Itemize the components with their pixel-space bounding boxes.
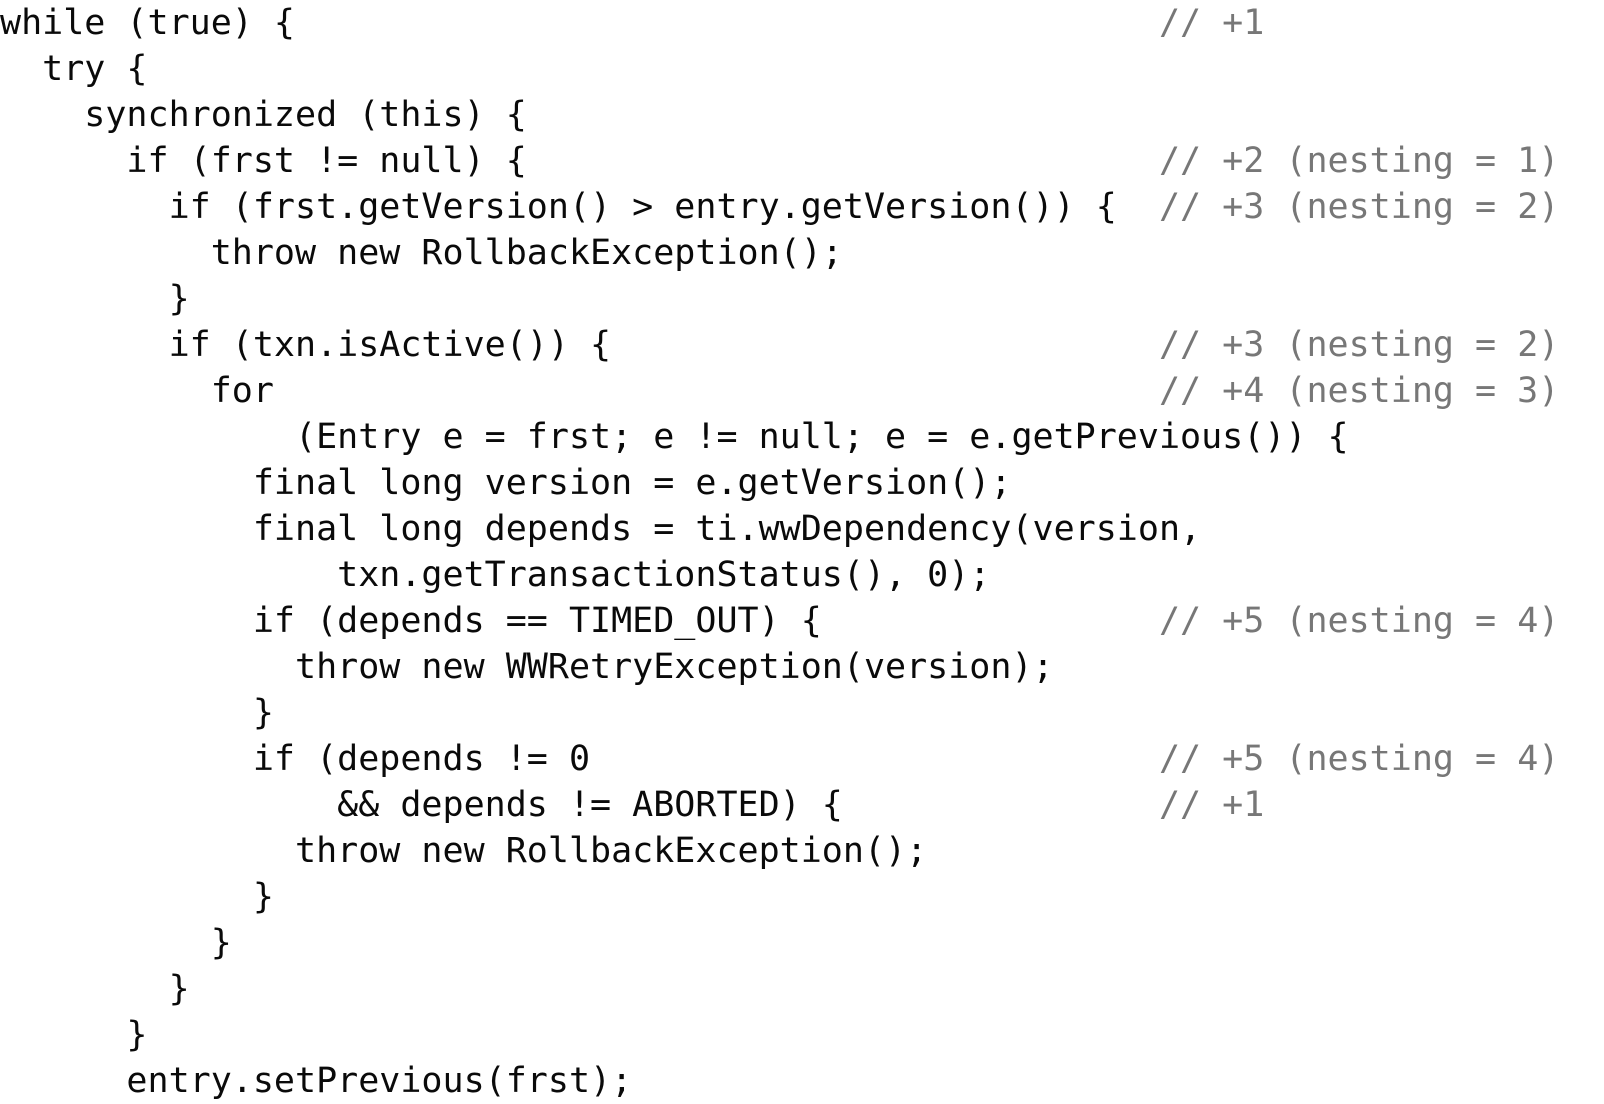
code-text: if (frst.getVersion() > entry.getVersion… [0,187,1117,227]
code-line: while (true) { // +1 [0,0,1604,46]
code-line: } [0,874,1604,920]
comment-gutter-spacer [295,3,1159,43]
comment-gutter-spacer [274,371,1159,411]
code-line: } [0,276,1604,322]
code-line: } [0,966,1604,1012]
code-text: } [0,877,274,917]
comment-gutter-spacer [527,141,1159,181]
code-text: while (true) { [0,3,296,43]
code-text: throw new RollbackException(); [0,233,843,273]
code-line: entry.setPrevious(frst); [0,1058,1604,1104]
complexity-comment: // +5 (nesting = 4) [1158,739,1560,779]
code-text: try { [0,49,148,89]
code-line: } [0,690,1604,736]
complexity-comment: // +3 (nesting = 2) [1158,325,1560,365]
comment-gutter-spacer [611,325,1159,365]
code-text: } [0,1015,148,1055]
code-line: try { [0,46,1604,92]
code-text: } [0,969,190,1009]
code-text: && depends != ABORTED) { [0,785,843,825]
code-line: if (frst.getVersion() > entry.getVersion… [0,184,1604,230]
code-line: (Entry e = frst; e != null; e = e.getPre… [0,414,1604,460]
code-line: if (depends != 0 // +5 (nesting = 4) [0,736,1604,782]
complexity-comment: // +1 [1158,785,1265,825]
code-text: for [0,371,274,411]
code-text: if (txn.isActive()) { [0,325,612,365]
complexity-comment: // +2 (nesting = 1) [1158,141,1560,181]
code-text: txn.getTransactionStatus(), 0); [0,555,991,595]
code-text: throw new WWRetryException(version); [0,647,1054,687]
comment-gutter-spacer [822,601,1159,641]
complexity-comment: // +1 [1158,3,1265,43]
complexity-comment: // +3 (nesting = 2) [1158,187,1560,227]
code-line: throw new RollbackException(); [0,828,1604,874]
comment-gutter-spacer [1117,187,1159,227]
code-line: if (depends == TIMED_OUT) { // +5 (nesti… [0,598,1604,644]
complexity-comment: // +5 (nesting = 4) [1158,601,1560,641]
code-line: && depends != ABORTED) { // +1 [0,782,1604,828]
code-text: if (depends == TIMED_OUT) { [0,601,822,641]
code-text: (Entry e = frst; e != null; e = e.getPre… [0,417,1349,457]
code-text: entry.setPrevious(frst); [0,1061,633,1101]
code-line: final long version = e.getVersion(); [0,460,1604,506]
code-text: if (depends != 0 [0,739,591,779]
code-text: final long depends = ti.wwDependency(ver… [0,509,1202,549]
code-line: final long depends = ti.wwDependency(ver… [0,506,1604,552]
code-line: for // +4 (nesting = 3) [0,368,1604,414]
code-line: synchronized (this) { [0,92,1604,138]
code-listing: while (true) { // +1 try { synchronized … [0,0,1604,1101]
code-text: } [0,923,232,963]
comment-gutter-spacer [590,739,1159,779]
code-text: synchronized (this) { [0,95,527,135]
comment-gutter-spacer [843,785,1159,825]
code-text: } [0,279,190,319]
code-line: throw new RollbackException(); [0,230,1604,276]
code-text: final long version = e.getVersion(); [0,463,1012,503]
code-line: if (frst != null) { // +2 (nesting = 1) [0,138,1604,184]
code-text: throw new RollbackException(); [0,831,928,871]
code-line: txn.getTransactionStatus(), 0); [0,552,1604,598]
code-text: if (frst != null) { [0,141,527,181]
code-line: throw new WWRetryException(version); [0,644,1604,690]
code-line: } [0,920,1604,966]
complexity-comment: // +4 (nesting = 3) [1158,371,1560,411]
code-line: if (txn.isActive()) { // +3 (nesting = 2… [0,322,1604,368]
code-text: } [0,693,274,733]
code-line: } [0,1012,1604,1058]
